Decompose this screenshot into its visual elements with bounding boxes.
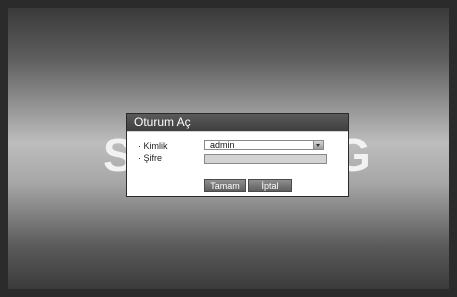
id-dropdown-value: admin [210, 140, 235, 150]
monitor-frame: S G Oturum Aç · Kimlik admin · Şifre Tam… [0, 0, 457, 297]
dialog-body: · Kimlik admin · Şifre Tamam İptal [127, 132, 348, 196]
cancel-button[interactable]: İptal [248, 179, 292, 192]
screen-background: S G Oturum Aç · Kimlik admin · Şifre Tam… [8, 8, 449, 289]
chevron-down-icon[interactable] [313, 141, 323, 149]
ok-button[interactable]: Tamam [204, 179, 246, 192]
id-label: · Kimlik [138, 141, 168, 151]
id-dropdown[interactable]: admin [204, 140, 324, 150]
dialog-title: Oturum Aç [127, 114, 348, 132]
password-field[interactable] [204, 154, 327, 164]
password-label: · Şifre [138, 153, 163, 163]
login-dialog: Oturum Aç · Kimlik admin · Şifre Tamam İ… [126, 113, 349, 197]
